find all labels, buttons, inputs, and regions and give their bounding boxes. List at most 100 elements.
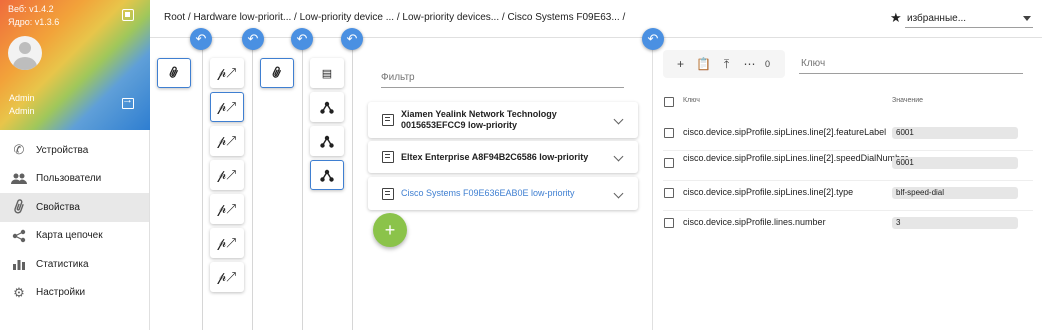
row-checkbox[interactable] [664,158,674,168]
link-arrow-tile[interactable]: 𝓅↗ [210,126,244,156]
device-name: Xiamen Yealink Network Technology 001565… [401,109,557,130]
undo-button[interactable]: ↶ [242,28,264,50]
sidebar-item-chain-map[interactable]: Карта цепочек [0,222,149,251]
filter-input[interactable] [381,72,621,83]
paste-icon[interactable]: 📋 [692,57,715,71]
undo-button[interactable]: ↶ [190,28,212,50]
properties-toolbar: + 📋 ⤒ ⋯ 0 [663,50,785,78]
device-item[interactable]: Eltex Enterprise A8F94B2C6586 low-priori… [368,141,638,173]
properties-header: Ключ Значение [663,96,1033,110]
hub-icon [320,169,334,182]
link-arrow-tile[interactable]: 𝓅↗ [210,58,244,88]
property-value[interactable]: 6001 [892,127,1018,139]
table-row[interactable]: cisco.device.sipProfile.sipLines.line[2]… [663,122,1033,151]
sidebar-item-label: Настройки [36,287,86,299]
column-header-value: Значение [892,97,924,104]
sidebar-item-settings[interactable]: ⚙ Настройки [0,279,149,308]
link-arrow-icon: 𝓅↗ [217,133,237,148]
web-version: Веб: v1.4.2 [8,4,54,14]
list-tile[interactable]: ▤ [310,58,344,88]
table-row[interactable]: cisco.device.sipProfile.sipLines.line[2]… [663,181,1033,211]
profile-banner: Веб: v1.4.2 Ядро: v1.3.6 Admin Admin [0,0,150,130]
properties-panel: + 📋 ⤒ ⋯ 0 Ключ Значение cisco.device.sip… [652,38,1042,330]
more-icon[interactable]: ⋯ [738,57,761,71]
sidebar: Веб: v1.4.2 Ядро: v1.3.6 Admin Admin ✆ У… [0,0,150,330]
sidebar-item-label: Статистика [36,258,89,270]
chevron-down-icon[interactable] [613,114,624,125]
device-item[interactable]: Xiamen Yealink Network Technology 001565… [368,102,638,138]
chevron-down-icon[interactable] [613,151,624,162]
property-key: cisco.device.sipProfile.lines.number [683,217,826,227]
link-tile[interactable] [260,58,294,88]
hub-tile[interactable] [310,126,344,156]
sidebar-item-properties[interactable]: Свойства [0,193,149,222]
row-checkbox[interactable] [664,188,674,198]
users-icon [11,171,27,187]
hub-icon [320,135,334,148]
add-icon[interactable]: + [669,57,692,71]
column-divider [352,38,353,330]
table-row[interactable]: cisco.device.sipProfile.sipLines.line[2]… [663,151,1033,181]
link-arrow-tile[interactable]: 𝓅↗ [210,160,244,190]
device-item-selected[interactable]: Cisco Systems F09E636EAB0E low-priority [368,177,638,210]
link-arrow-tile[interactable]: 𝓅↗ [210,262,244,292]
sidebar-item-devices[interactable]: ✆ Устройства [0,136,149,165]
link-arrow-tile[interactable]: 𝓅↗ [210,194,244,224]
sidebar-item-label: Свойства [36,201,80,213]
device-name: Eltex Enterprise A8F94B2C6586 low-priori… [401,151,589,162]
column-header-key: Ключ [683,97,700,104]
column-divider [252,38,253,330]
device-list-icon [382,187,394,200]
favorites-select[interactable]: ★ избранные... [890,10,1033,28]
row-checkbox[interactable] [664,218,674,228]
link-tile[interactable] [157,58,191,88]
selected-count: 0 [765,59,771,69]
hub-tile[interactable] [310,160,344,190]
link-arrow-icon: 𝓅↗ [217,201,237,216]
sidebar-item-statistics[interactable]: Статистика [0,250,149,279]
key-filter-field[interactable] [799,50,1023,74]
upload-icon[interactable]: ⤒ [715,57,738,72]
user-name: Admin [9,93,35,103]
key-filter-input[interactable] [801,58,1011,69]
link-arrow-tile[interactable]: 𝓅↗ [210,228,244,258]
property-key: cisco.device.sipProfile.sipLines.line[2]… [683,153,909,163]
undo-button[interactable]: ↶ [642,28,664,50]
link-arrow-icon: 𝓅↗ [217,65,237,80]
favorites-value: избранные... [907,13,967,24]
logout-icon[interactable] [122,94,134,109]
sidebar-item-label: Устройства [36,144,89,156]
undo-button[interactable]: ↶ [291,28,313,50]
property-value[interactable]: blf-speed-dial [892,187,1018,199]
chevron-down-icon [1023,16,1031,21]
screenshot-icon[interactable] [122,9,134,21]
user-role: Admin [9,106,35,116]
bar-chart-icon [11,256,27,272]
link-icon [272,66,282,78]
link-arrow-icon: 𝓅↗ [217,99,237,114]
device-list-icon [382,114,394,126]
select-all-checkbox[interactable] [664,97,674,107]
add-device-button[interactable]: + [373,213,407,247]
property-value[interactable]: 3 [892,217,1018,229]
sidebar-item-label: Пользователи [36,173,102,185]
sidebar-item-label: Карта цепочек [36,230,103,242]
column-divider [202,38,203,330]
sidebar-nav: ✆ Устройства Пользователи Свойства Карта… [0,136,149,307]
column-divider [302,38,303,330]
row-checkbox[interactable] [664,128,674,138]
link-arrow-tile[interactable]: 𝓅↗ [210,92,244,122]
sidebar-item-users[interactable]: Пользователи [0,165,149,194]
chevron-down-icon[interactable] [613,188,624,198]
breadcrumb[interactable]: Root / Hardware low-priorit... / Low-pri… [164,12,625,23]
property-value[interactable]: 6001 [892,157,1018,169]
hub-tile[interactable] [310,92,344,122]
table-row[interactable]: cisco.device.sipProfile.lines.number 3 [663,211,1033,239]
filter-field[interactable] [381,60,624,88]
list-icon: ▤ [321,67,333,80]
top-bar: Root / Hardware low-priorit... / Low-pri… [150,0,1042,38]
undo-button[interactable]: ↶ [341,28,363,50]
star-icon[interactable]: ★ [890,10,902,26]
link-arrow-icon: 𝓅↗ [217,269,237,284]
link-arrow-icon: 𝓅↗ [217,235,237,250]
